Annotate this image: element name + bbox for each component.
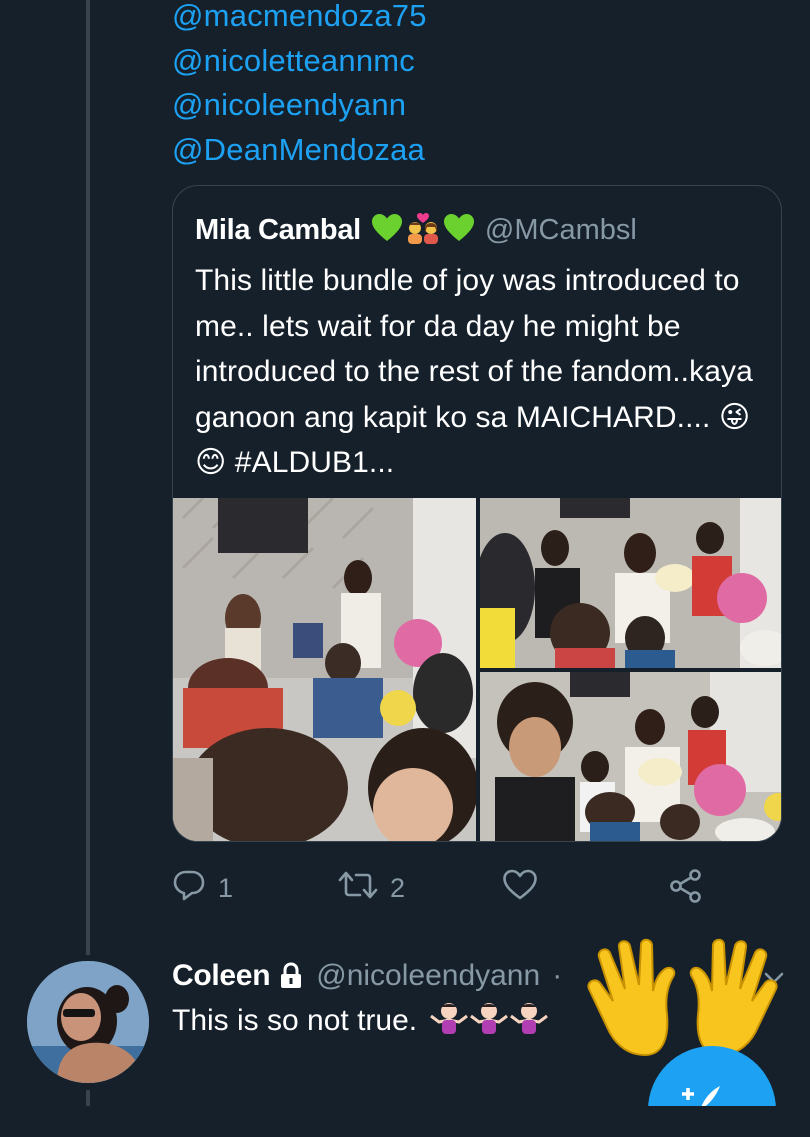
share-button[interactable] xyxy=(668,868,704,911)
reply-button[interactable]: 1 xyxy=(172,868,233,909)
mention-link[interactable]: @nicoletteannmc xyxy=(172,39,427,84)
quoted-tweet-text: This little bundle of joy was introduced… xyxy=(195,264,753,479)
retweet-button[interactable]: 2 xyxy=(338,868,405,909)
quoted-tweet-header: Mila Cambal @MCambsl xyxy=(195,210,637,250)
media-grid xyxy=(173,498,781,841)
quoted-author-handle[interactable]: @MCambsl xyxy=(485,214,637,247)
reply-author-name[interactable]: Coleen xyxy=(172,959,271,993)
tweet-actions: 1 2 xyxy=(172,868,732,908)
party-photo-3[interactable] xyxy=(480,672,781,841)
separator-dot: · xyxy=(552,959,563,992)
retweet-count: 2 xyxy=(390,873,406,903)
raised-hands-icon xyxy=(585,937,780,1057)
quoted-author-name[interactable]: Mila Cambal xyxy=(195,214,361,247)
reply-text-row: This is so not true. xyxy=(172,1000,549,1042)
couple-with-heart-icon xyxy=(405,211,441,250)
like-icon xyxy=(502,868,538,909)
mention-link[interactable]: @macmendoza75 xyxy=(172,0,427,39)
quoted-tweet-card[interactable]: Mila Cambal @MCambsl This little bundle … xyxy=(172,185,782,842)
share-icon xyxy=(668,868,704,911)
like-button[interactable] xyxy=(502,868,550,909)
green-heart-icon xyxy=(443,213,475,248)
person-shrugging-icon xyxy=(429,1000,469,1042)
name-emojis xyxy=(371,211,475,250)
party-photo-2[interactable] xyxy=(480,498,781,668)
person-shrugging-icon xyxy=(509,1000,549,1042)
person-shrugging-icon xyxy=(469,1000,509,1042)
mention-link[interactable]: @nicoleendyann xyxy=(172,83,427,128)
reply-emojis xyxy=(429,1000,549,1042)
reply-text: This is so not true. xyxy=(172,1004,418,1037)
lock-icon xyxy=(278,962,304,990)
reply-count: 1 xyxy=(218,873,234,903)
thread-line xyxy=(86,0,90,955)
mention-list: @macmendoza75 @nicoletteannmc @nicoleend… xyxy=(172,0,427,172)
retweet-icon xyxy=(338,868,378,909)
screen-bottom-mask xyxy=(0,1106,810,1137)
reply-icon xyxy=(172,868,206,909)
party-photo-1[interactable] xyxy=(173,498,476,841)
reply-header: Coleen @nicoleendyann · xyxy=(172,955,562,997)
mention-link[interactable]: @DeanMendozaa xyxy=(172,128,427,173)
green-heart-icon xyxy=(371,213,403,248)
avatar[interactable] xyxy=(27,961,149,1083)
reply-author-handle[interactable]: @nicoleendyann xyxy=(316,959,540,993)
